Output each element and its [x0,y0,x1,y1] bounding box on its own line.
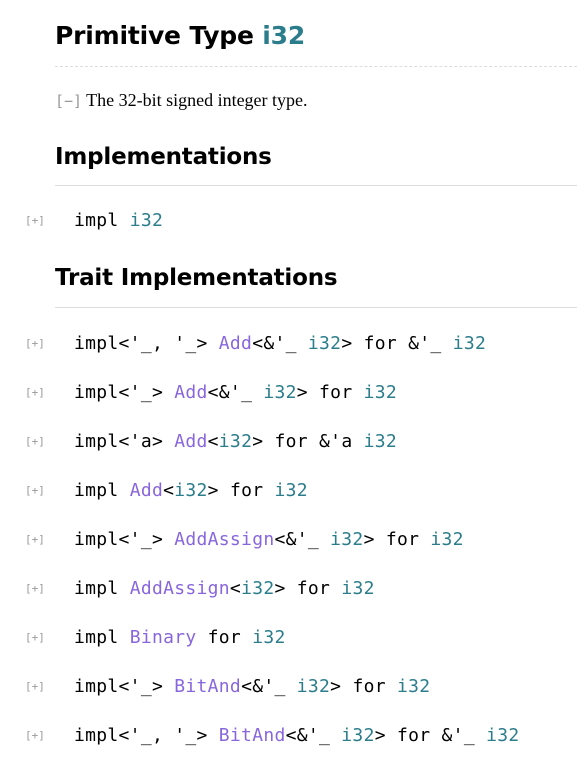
code-keyword-text: impl<'_> [74,675,175,697]
primitive-link[interactable]: i32 [130,210,163,231]
type-description: [−] The 32-bit signed integer type. [55,88,308,113]
code-keyword-text: > for &'_ [374,724,487,746]
code-keyword-text: for [196,626,253,648]
code-keyword-text: impl [74,479,130,501]
trait-impl-row: [+] impl<'_, '_> Add<&'_ i32> for &'_ i3… [0,329,577,357]
primitive-link[interactable]: i32 [297,676,330,697]
trait-link[interactable]: Add [174,431,207,452]
primitive-link[interactable]: i32 [252,627,285,648]
code-keyword-text: < [163,479,175,501]
primitive-link[interactable]: i32 [453,333,486,354]
impl-signature[interactable]: impl Binary for i32 [74,627,286,648]
primitive-link[interactable]: i32 [308,333,341,354]
impl-signature[interactable]: impl<'_> Add<&'_ i32> for i32 [74,382,397,403]
code-keyword-text: impl<'_> [74,528,175,550]
code-keyword-text: <&'_ [252,332,308,354]
trait-link[interactable]: Add [219,333,252,354]
primitive-link[interactable]: i32 [364,382,397,403]
trait-link[interactable]: Add [174,382,207,403]
impl-signature[interactable]: impl Add<i32> for i32 [74,480,308,501]
code-keyword-text: impl<'_, '_> [74,724,219,746]
title-kind: Primitive Type [55,21,254,50]
primitive-link[interactable]: i32 [486,725,519,746]
expand-toggle[interactable]: [+] [25,337,45,350]
code-keyword-text: impl [74,209,130,231]
expand-toggle[interactable]: [+] [25,533,45,546]
page-title: Primitive Type i32 [55,18,305,54]
expand-toggle[interactable]: [+] [25,729,45,742]
trait-link[interactable]: Binary [130,627,197,648]
code-keyword-text: > for [296,381,364,403]
code-keyword-text: > for [274,577,342,599]
section-divider [55,185,577,186]
impl-signature[interactable]: impl<'a> Add<i32> for &'a i32 [74,431,397,452]
code-keyword-text: <&'_ [285,724,342,746]
code-keyword-text: impl<'_, '_> [74,332,219,354]
expand-toggle[interactable]: [+] [25,631,45,644]
code-keyword-text: > for [363,528,431,550]
code-keyword-text: impl [74,577,130,599]
primitive-link[interactable]: i32 [330,529,363,550]
trait-impl-row: [+] impl<'_> AddAssign<&'_ i32> for i32 [0,525,577,553]
trait-impl-row: [+] impl AddAssign<i32> for i32 [0,574,577,602]
primitive-link[interactable]: i32 [341,578,374,599]
code-keyword-text: impl<'_> [74,381,175,403]
trait-link[interactable]: Add [130,480,163,501]
primitive-link[interactable]: i32 [263,382,296,403]
code-keyword-text: <&'_ [207,381,264,403]
impl-signature[interactable]: impl<'_, '_> Add<&'_ i32> for &'_ i32 [74,333,486,354]
impl-signature[interactable]: impl<'_, '_> BitAnd<&'_ i32> for &'_ i32 [74,725,520,746]
impl-signature[interactable]: impl i32 [74,210,163,231]
expand-toggle[interactable]: [+] [25,435,45,448]
title-type-name: i32 [262,21,306,50]
primitive-link[interactable]: i32 [275,480,308,501]
code-keyword-text: > for [207,479,275,501]
trait-link[interactable]: AddAssign [174,529,274,550]
trait-impl-row: [+] impl<'_> Add<&'_ i32> for i32 [0,378,577,406]
impl-signature[interactable]: impl AddAssign<i32> for i32 [74,578,375,599]
primitive-link[interactable]: i32 [364,431,397,452]
section-heading-trait-implementations: Trait Implementations [55,265,338,291]
description-text: The 32-bit signed integer type. [86,90,308,110]
code-keyword-text: < [207,430,219,452]
expand-toggle[interactable]: [+] [25,582,45,595]
trait-impl-row: [+] impl<'_> BitAnd<&'_ i32> for i32 [0,672,577,700]
section-divider [55,307,577,308]
expand-toggle[interactable]: [+] [25,680,45,693]
trait-link[interactable]: BitAnd [174,676,241,697]
impl-signature[interactable]: impl<'_> AddAssign<&'_ i32> for i32 [74,529,464,550]
title-divider [55,66,577,67]
code-keyword-text: > for &'a [252,430,364,452]
code-keyword-text: < [229,577,242,599]
trait-impl-row: [+] impl<'a> Add<i32> for &'a i32 [0,427,577,455]
trait-impl-row: [+] impl Add<i32> for i32 [0,476,577,504]
code-keyword-text: > for [330,675,397,697]
code-keyword-text: > for &'_ [341,332,453,354]
code-keyword-text: <&'_ [274,528,331,550]
expand-toggle[interactable]: [+] [25,214,45,227]
collapse-docs-toggle[interactable]: [−] [55,89,82,113]
impl-row: [+] impl i32 [0,206,577,234]
code-keyword-text: <&'_ [241,675,297,697]
code-keyword-text: impl<'a> [74,430,175,452]
primitive-link[interactable]: i32 [174,480,207,501]
expand-toggle[interactable]: [+] [25,386,45,399]
primitive-link[interactable]: i32 [341,725,374,746]
section-heading-implementations: Implementations [55,144,272,170]
trait-link[interactable]: BitAnd [219,725,286,746]
primitive-link[interactable]: i32 [430,529,463,550]
code-keyword-text: impl [74,626,130,648]
expand-toggle[interactable]: [+] [25,484,45,497]
trait-link[interactable]: AddAssign [130,578,230,599]
trait-impl-row: [+] impl<'_, '_> BitAnd<&'_ i32> for &'_… [0,721,577,749]
impl-signature[interactable]: impl<'_> BitAnd<&'_ i32> for i32 [74,676,430,697]
primitive-link[interactable]: i32 [219,431,252,452]
primitive-link[interactable]: i32 [241,578,274,599]
trait-impl-row: [+] impl Binary for i32 [0,623,577,651]
primitive-link[interactable]: i32 [397,676,430,697]
